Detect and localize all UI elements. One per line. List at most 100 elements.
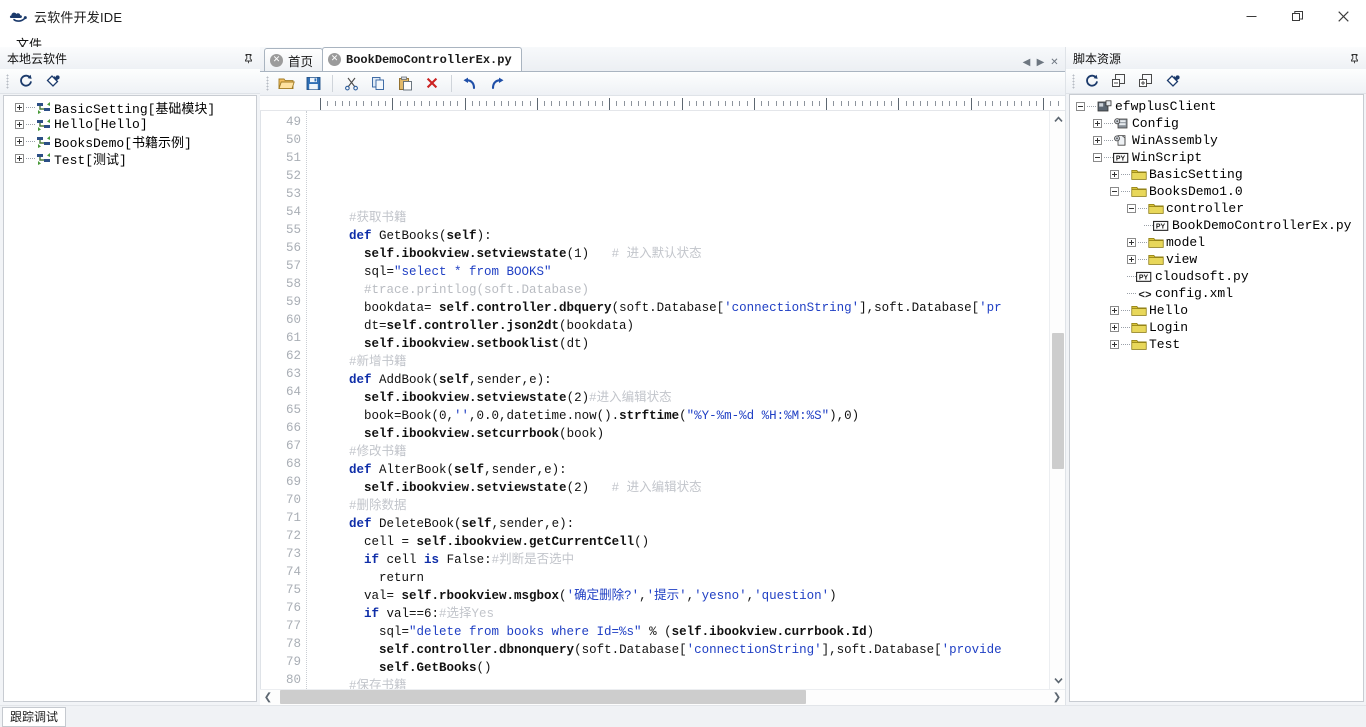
- code-token: self.ibookview.getCurrentCell: [417, 535, 635, 549]
- scroll-up-arrow-icon[interactable]: [1050, 111, 1066, 127]
- code-line: #删除数据: [319, 497, 1049, 515]
- tab-next-button[interactable]: ▶: [1034, 57, 1047, 68]
- scissors-icon[interactable]: [338, 72, 364, 94]
- undo-arrow-icon[interactable]: [457, 72, 483, 94]
- expand-all-button[interactable]: [1133, 70, 1159, 92]
- editor-horizontal-scrollbar[interactable]: ❮ ❯: [260, 689, 1065, 705]
- toolbar-grip[interactable]: [6, 74, 9, 89]
- module-icon: [35, 151, 52, 166]
- toolbar-grip[interactable]: [266, 76, 269, 91]
- refresh-button[interactable]: [13, 70, 39, 92]
- code-token: (2): [567, 481, 590, 495]
- tree-item[interactable]: BasicSetting: [1070, 166, 1363, 183]
- minimize-button[interactable]: [1228, 0, 1274, 32]
- tree-item-label: model: [1166, 235, 1205, 250]
- expand-node-icon[interactable]: [1093, 136, 1102, 145]
- code-token: # 进入编辑状态: [589, 481, 702, 495]
- tree-item[interactable]: model: [1070, 234, 1363, 251]
- tree-item-label: Hello[Hello]: [54, 117, 148, 132]
- tree-item[interactable]: Config: [1070, 115, 1363, 132]
- script-resource-tree[interactable]: efwplusClientConfigWinAssemblyPYWinScrip…: [1069, 94, 1364, 702]
- tree-item[interactable]: efwplusClient: [1070, 98, 1363, 115]
- scroll-left-arrow-icon[interactable]: ❮: [260, 692, 276, 703]
- expand-node-icon[interactable]: [1110, 170, 1119, 179]
- tree-item[interactable]: Test: [1070, 336, 1363, 353]
- code-token: #选择Yes: [439, 607, 494, 621]
- tree-item[interactable]: PYWinScript: [1070, 149, 1363, 166]
- expand-node-icon[interactable]: [1093, 119, 1102, 128]
- ruler-gutter-spacer: [260, 96, 320, 110]
- tree-item[interactable]: BooksDemo[书籍示例]: [4, 133, 256, 150]
- vertical-scroll-thumb[interactable]: [1052, 333, 1064, 469]
- save-disk-icon[interactable]: [300, 72, 326, 94]
- scroll-right-arrow-icon[interactable]: ❯: [1049, 692, 1065, 703]
- close-icon[interactable]: ✕: [328, 53, 341, 66]
- open-folder-icon[interactable]: [273, 72, 299, 94]
- code-token: 'connectionString': [687, 643, 822, 657]
- expand-node-icon[interactable]: [1127, 238, 1136, 247]
- expand-node-icon[interactable]: [1110, 323, 1119, 332]
- horizontal-scroll-track[interactable]: [276, 690, 1049, 704]
- expand-node-icon[interactable]: [1110, 340, 1119, 349]
- code-content[interactable]: #获取书籍 def GetBooks(self): self.ibookview…: [307, 111, 1049, 689]
- line-number: 80: [261, 671, 301, 689]
- collapse-all-button[interactable]: [1106, 70, 1132, 92]
- tab-close-button[interactable]: ✕: [1048, 57, 1061, 68]
- status-tab-debug[interactable]: 跟踪调试: [2, 707, 66, 727]
- tree-connector: [1121, 191, 1130, 192]
- tree-item-label: BooksDemo1.0: [1149, 184, 1243, 199]
- expand-node-icon[interactable]: [15, 120, 24, 129]
- collapse-node-icon[interactable]: [1127, 204, 1136, 213]
- tab-bookdemocontrollerex[interactable]: ✕ BookDemoControllerEx.py: [322, 47, 522, 71]
- code-editor[interactable]: 4950515253545556575859606162636465666768…: [260, 111, 1049, 689]
- tree-item[interactable]: PYcloudsoft.py: [1070, 268, 1363, 285]
- tab-home[interactable]: ✕ 首页: [264, 48, 323, 71]
- delete-x-icon[interactable]: [419, 72, 445, 94]
- tree-item[interactable]: BooksDemo1.0: [1070, 183, 1363, 200]
- py-icon: PY: [1136, 269, 1153, 284]
- collapse-node-icon[interactable]: [1076, 102, 1085, 111]
- tab-label: 首页: [288, 51, 313, 70]
- tree-item[interactable]: Hello[Hello]: [4, 116, 256, 133]
- folder-icon: [1147, 201, 1164, 216]
- close-button[interactable]: [1320, 0, 1366, 32]
- tab-prev-button[interactable]: ◀: [1020, 57, 1033, 68]
- refresh-button[interactable]: [1079, 70, 1105, 92]
- status-bar: 跟踪调试: [0, 705, 1366, 727]
- expand-node-icon[interactable]: [15, 137, 24, 146]
- tree-item[interactable]: Test[测试]: [4, 150, 256, 167]
- toolbar-grip[interactable]: [1072, 74, 1075, 89]
- maximize-button[interactable]: [1274, 0, 1320, 32]
- scroll-down-arrow-icon[interactable]: [1050, 673, 1066, 689]
- collapse-node-icon[interactable]: [1110, 187, 1119, 196]
- tree-item[interactable]: BasicSetting[基础模块]: [4, 99, 256, 116]
- publish-button[interactable]: [40, 70, 66, 92]
- tree-item[interactable]: controller: [1070, 200, 1363, 217]
- code-token: if: [364, 553, 379, 567]
- expand-node-icon[interactable]: [15, 154, 24, 163]
- code-token: ],soft.Database[: [859, 301, 979, 315]
- line-number: 49: [261, 113, 301, 131]
- editor-vertical-scrollbar[interactable]: [1049, 111, 1065, 689]
- copy-icon[interactable]: [365, 72, 391, 94]
- tree-connector: [1138, 242, 1147, 243]
- collapse-node-icon[interactable]: [1093, 153, 1102, 162]
- pin-icon[interactable]: [1346, 50, 1362, 66]
- close-icon[interactable]: ✕: [270, 54, 283, 67]
- pin-icon[interactable]: [240, 50, 256, 66]
- expand-node-icon[interactable]: [1110, 306, 1119, 315]
- code-token: self.controller.json2dt: [387, 319, 560, 333]
- tree-item[interactable]: Hello: [1070, 302, 1363, 319]
- redo-arrow-icon[interactable]: [484, 72, 510, 94]
- expand-node-icon[interactable]: [15, 103, 24, 112]
- paste-icon[interactable]: [392, 72, 418, 94]
- expand-node-icon[interactable]: [1127, 255, 1136, 264]
- tree-item[interactable]: WinAssembly: [1070, 132, 1363, 149]
- publish-button[interactable]: [1160, 70, 1186, 92]
- tree-item[interactable]: view: [1070, 251, 1363, 268]
- tree-item[interactable]: Login: [1070, 319, 1363, 336]
- local-project-tree[interactable]: BasicSetting[基础模块]Hello[Hello]BooksDemo[…: [3, 95, 257, 702]
- tree-item[interactable]: <>config.xml: [1070, 285, 1363, 302]
- tree-item[interactable]: PYBookDemoControllerEx.py: [1070, 217, 1363, 234]
- horizontal-scroll-thumb[interactable]: [280, 690, 806, 704]
